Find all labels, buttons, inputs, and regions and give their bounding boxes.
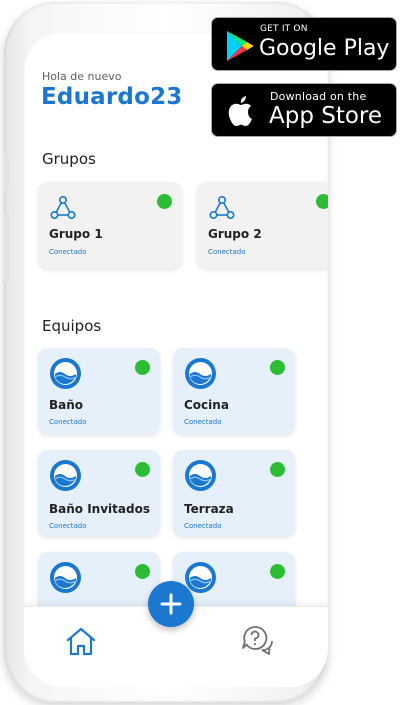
home-icon[interactable] xyxy=(64,625,98,659)
group-network-icon xyxy=(209,195,235,219)
side-button xyxy=(4,152,9,192)
online-status-dot xyxy=(135,462,150,477)
water-drop-icon xyxy=(50,562,81,593)
group-status: Conectado xyxy=(208,248,246,256)
google-play-small-text: GET IT ON xyxy=(260,24,308,34)
device-name: Baño xyxy=(49,398,84,412)
water-drop-icon xyxy=(185,358,216,389)
device-card[interactable]: Terraza Conectado xyxy=(173,450,295,536)
app-store-small-text: Download on the xyxy=(270,90,367,103)
group-card[interactable]: Grupo 2 Conectado xyxy=(197,182,328,268)
google-play-badge[interactable]: GET IT ON Google Play xyxy=(211,17,397,71)
device-name: Terraza xyxy=(184,502,234,516)
device-status: Conectado xyxy=(49,418,87,426)
groups-section-title: Grupos xyxy=(42,150,96,168)
username-title: Eduardo23 xyxy=(41,84,183,110)
add-button[interactable] xyxy=(148,581,194,627)
side-button xyxy=(4,212,9,282)
google-play-icon xyxy=(227,31,254,61)
water-drop-icon xyxy=(50,460,81,491)
water-drop-icon xyxy=(50,358,81,389)
device-status: Conectado xyxy=(184,418,222,426)
online-status-dot xyxy=(135,360,150,375)
online-status-dot xyxy=(316,194,328,209)
online-status-dot xyxy=(270,462,285,477)
app-store-badge[interactable]: Download on the App Store xyxy=(211,83,397,137)
device-name: Baño Invitados xyxy=(49,502,150,516)
online-status-dot xyxy=(270,360,285,375)
device-card[interactable]: Baño Invitados Conectado xyxy=(38,450,160,536)
water-drop-icon xyxy=(185,460,216,491)
app-mockup: Hola de nuevo Eduardo23 Grupos Grupo 1 C… xyxy=(0,0,407,705)
apple-icon xyxy=(228,96,252,126)
group-network-icon xyxy=(50,195,76,219)
group-name: Grupo 1 xyxy=(49,227,103,241)
device-status: Conectado xyxy=(184,522,222,530)
plus-icon xyxy=(160,593,182,615)
online-status-dot xyxy=(157,194,172,209)
device-name: Cocina xyxy=(184,398,229,412)
device-status: Conectado xyxy=(49,522,87,530)
help-chat-icon[interactable] xyxy=(241,625,277,659)
greeting-text: Hola de nuevo xyxy=(42,70,122,83)
google-play-title: Google Play xyxy=(259,36,390,61)
app-store-title: App Store xyxy=(269,103,383,129)
group-name: Grupo 2 xyxy=(208,227,262,241)
group-card[interactable]: Grupo 1 Conectado xyxy=(38,182,182,268)
devices-section-title: Equipos xyxy=(42,317,102,335)
device-card[interactable]: Cocina Conectado xyxy=(173,348,295,434)
device-card[interactable]: Baño Conectado xyxy=(38,348,160,434)
online-status-dot xyxy=(270,564,285,579)
online-status-dot xyxy=(135,564,150,579)
group-status: Conectado xyxy=(49,248,87,256)
